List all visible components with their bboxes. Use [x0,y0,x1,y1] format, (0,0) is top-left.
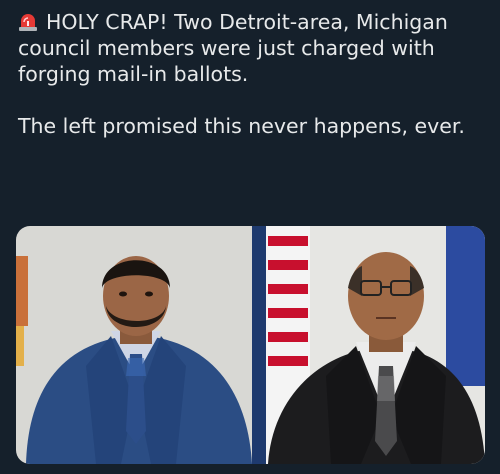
siren-icon [19,14,37,31]
post-paragraph-2: The left promised this never happens, ev… [18,113,488,139]
photo-left [16,226,252,464]
post-line-2: The left promised this never happens, ev… [18,114,465,138]
photo-right [252,226,485,464]
photo-composite [16,226,485,464]
tweet-post: HOLY CRAP! Two Detroit-area, Michigan co… [0,0,500,474]
post-line-1: HOLY CRAP! Two Detroit-area, Michigan co… [18,10,448,86]
post-text: HOLY CRAP! Two Detroit-area, Michigan co… [18,9,488,139]
post-paragraph-1: HOLY CRAP! Two Detroit-area, Michigan co… [18,9,488,87]
attached-photo[interactable] [16,226,485,464]
